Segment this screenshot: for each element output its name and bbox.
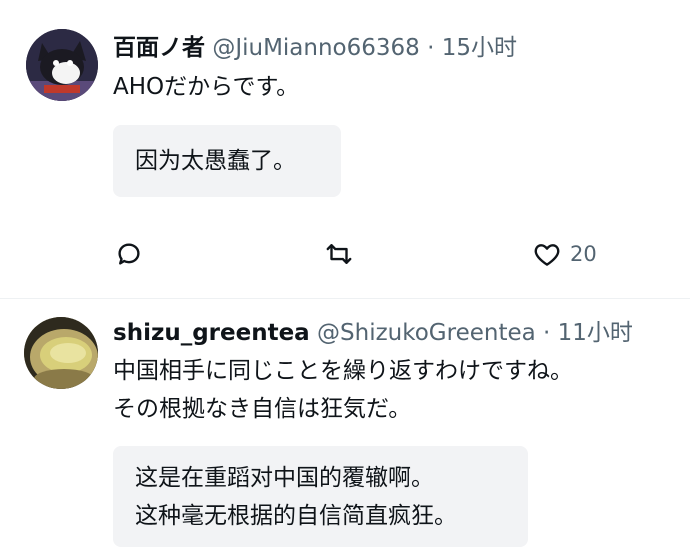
- green-tea-avatar-icon: [24, 317, 98, 389]
- like-button[interactable]: 20: [532, 237, 597, 271]
- translation-box: 这是在重蹈对中国的覆辙啊。 这种毫无根据的自信简直疯狂。: [113, 446, 528, 547]
- retweet-button[interactable]: [324, 237, 354, 271]
- handle[interactable]: @JiuMianno66368: [212, 35, 419, 61]
- retweet-arrows-icon: [326, 244, 352, 264]
- translation-text: 因为太愚蠢了。: [135, 148, 296, 174]
- tweet-item[interactable]: 百面ノ者 @JiuMianno66368 · 15小时 AHOだからです。 因为…: [0, 0, 690, 300]
- display-name[interactable]: 百面ノ者: [113, 35, 205, 61]
- separator: ·: [543, 320, 551, 346]
- avatar[interactable]: [24, 317, 98, 389]
- reply-button[interactable]: [114, 237, 144, 271]
- cat-avatar-icon: [26, 29, 98, 101]
- timestamp[interactable]: 11小时: [558, 320, 633, 346]
- translation-text-line: 这是在重蹈对中国的覆辙啊。: [135, 465, 434, 491]
- display-name[interactable]: shizu_greentea: [113, 320, 310, 346]
- like-count: 20: [570, 242, 597, 266]
- tweet-header: shizu_greentea @ShizukoGreentea · 11小时: [113, 318, 633, 348]
- tweet-header: 百面ノ者 @JiuMianno66368 · 15小时: [113, 33, 517, 63]
- timestamp[interactable]: 15小时: [442, 35, 517, 61]
- tweet-text-line: 中国相手に同じことを繰り返すわけですね。: [113, 358, 573, 384]
- tweet-text-line: その根拠なき自信は狂気だ。: [113, 396, 412, 422]
- tweet-text: AHOだからです。: [113, 74, 300, 100]
- translation-text-line: 这种毫无根据的自信简直疯狂。: [135, 503, 457, 529]
- translation-box: 因为太愚蠢了。: [113, 125, 341, 197]
- heart-icon: [534, 244, 560, 266]
- tweet-divider: [0, 298, 690, 299]
- speech-bubble-icon: [118, 243, 140, 265]
- separator: ·: [427, 35, 435, 61]
- avatar[interactable]: [26, 29, 98, 101]
- handle[interactable]: @ShizukoGreentea: [317, 320, 536, 346]
- tweet-thread: 百面ノ者 @JiuMianno66368 · 15小时 AHOだからです。 因为…: [0, 0, 690, 547]
